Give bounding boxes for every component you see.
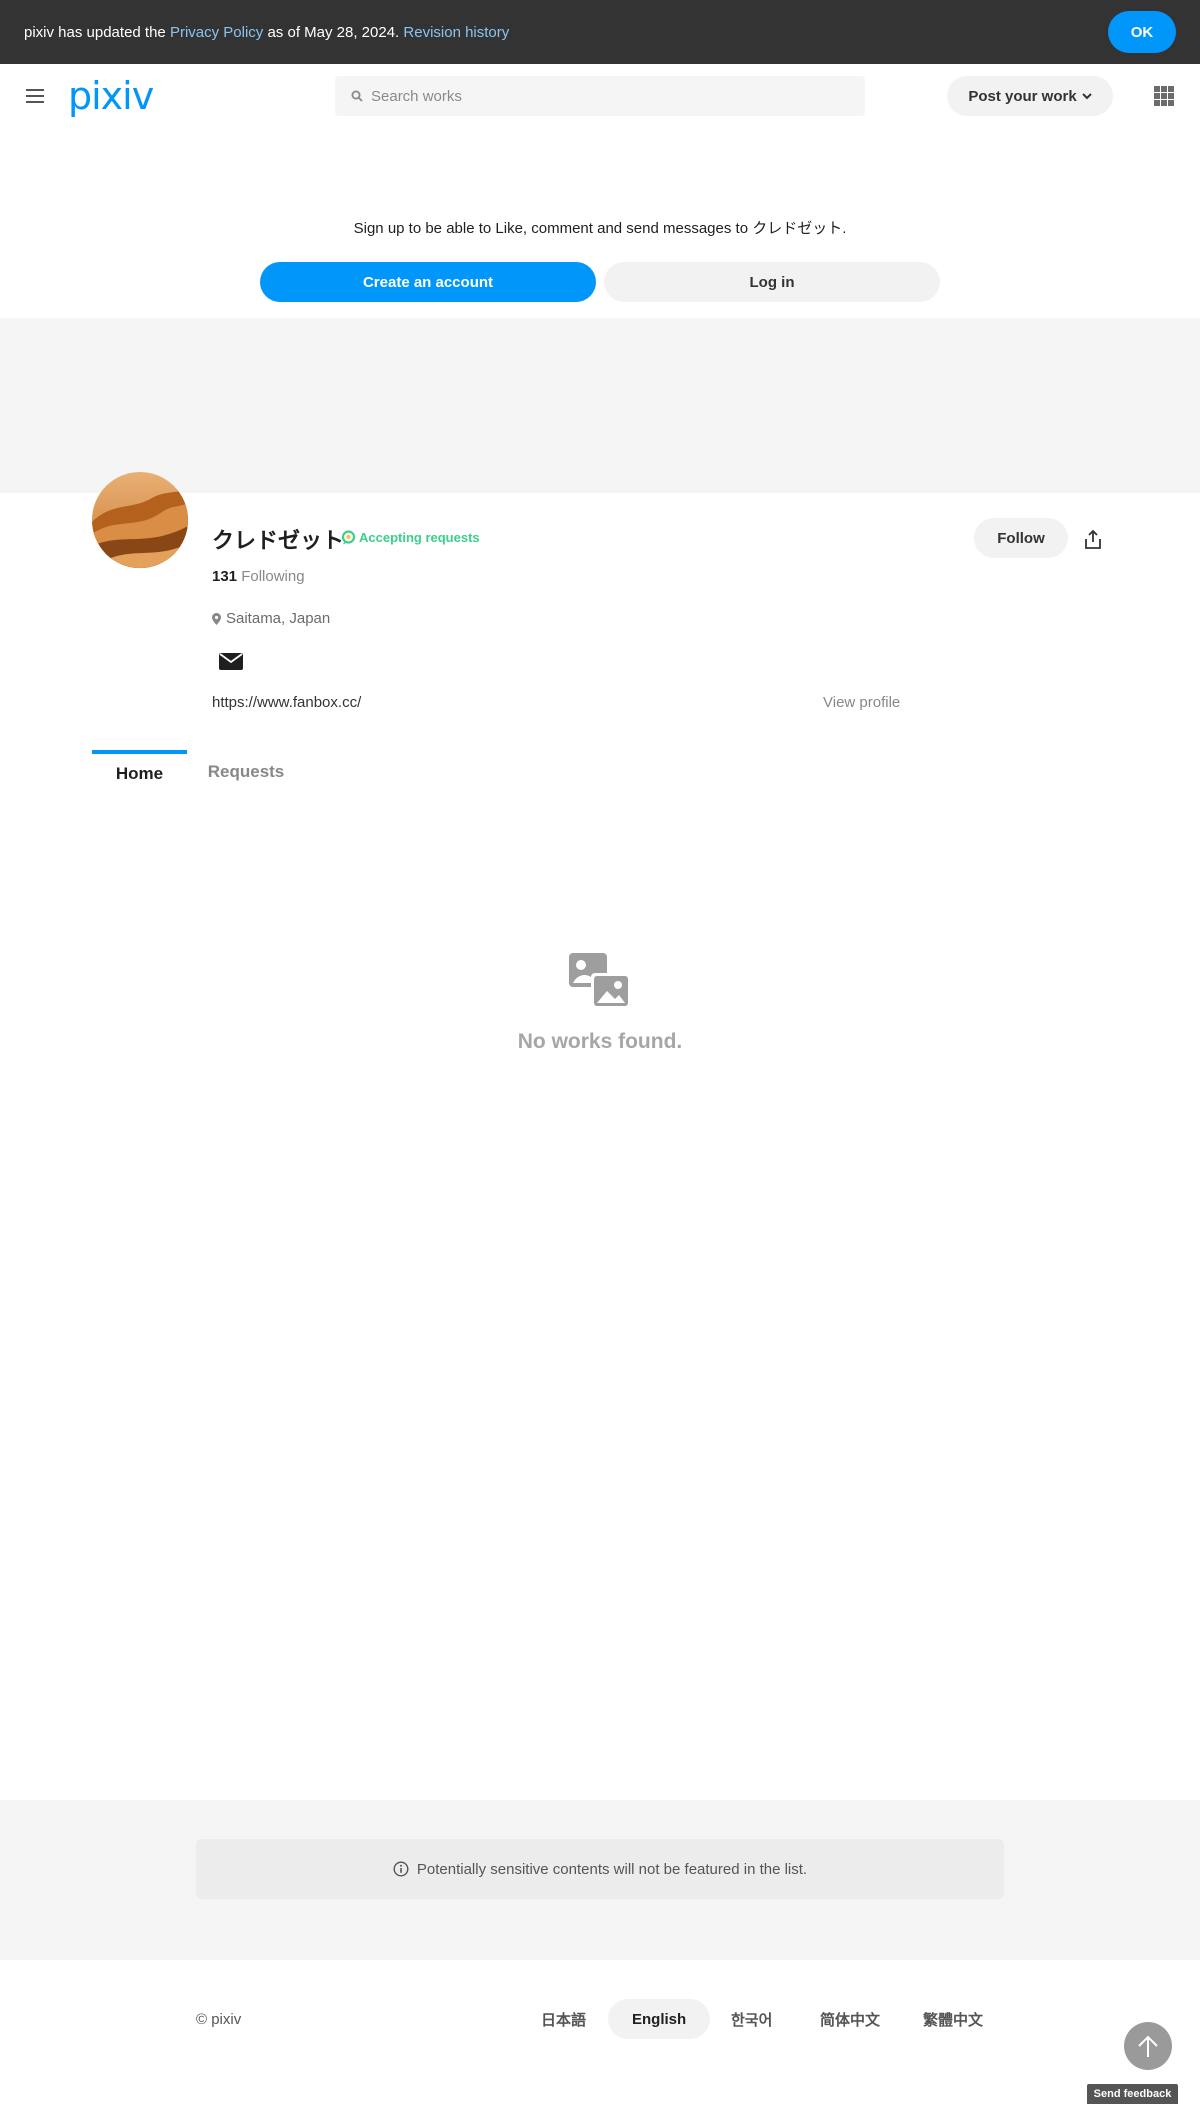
scroll-to-top-button[interactable] xyxy=(1124,2022,1172,2070)
location: Saitama, Japan xyxy=(212,610,330,627)
revision-history-link[interactable]: Revision history xyxy=(403,24,509,41)
following-label: Following xyxy=(241,568,305,585)
lang-simplified-chinese[interactable]: 简体中文 xyxy=(796,1999,904,2039)
site-header: pixiv Post your work xyxy=(0,64,1200,128)
search-icon xyxy=(351,90,363,102)
sensitive-notice: Potentially sensitive contents will not … xyxy=(196,1839,1004,1899)
lang-japanese[interactable]: 日本語 xyxy=(517,1999,610,2039)
share-icon[interactable] xyxy=(1082,528,1104,555)
tab-requests[interactable]: Requests xyxy=(200,750,292,794)
accepting-requests-label: Accepting requests xyxy=(359,530,480,545)
no-works-message: No works found. xyxy=(517,1030,683,1053)
follow-button[interactable]: Follow xyxy=(974,518,1068,558)
mail-icon[interactable] xyxy=(218,651,244,676)
pixiv-logo[interactable]: pixiv xyxy=(68,74,154,118)
search-input[interactable] xyxy=(371,87,851,105)
lang-english[interactable]: English xyxy=(608,1999,711,2039)
arrow-up-icon xyxy=(1138,2035,1158,2057)
menu-icon[interactable] xyxy=(26,89,44,103)
lang-korean[interactable]: 한국어 xyxy=(707,1999,796,2039)
request-bubble-icon xyxy=(341,530,356,545)
post-work-button[interactable]: Post your work xyxy=(947,76,1113,116)
view-profile-link[interactable]: View profile xyxy=(823,694,900,711)
privacy-policy-link[interactable]: Privacy Policy xyxy=(170,24,263,41)
banner-ok-button[interactable]: OK xyxy=(1108,11,1176,53)
profile-url-link[interactable]: https://www.fanbox.cc/ xyxy=(212,694,361,711)
banner-prefix: pixiv has updated the xyxy=(24,23,170,41)
no-works-image-icon xyxy=(569,953,631,1014)
avatar[interactable] xyxy=(92,472,188,568)
apps-grid-icon[interactable] xyxy=(1154,86,1174,106)
location-text: Saitama, Japan xyxy=(226,610,331,627)
following-number: 131 xyxy=(212,568,238,585)
lang-traditional-chinese[interactable]: 繁體中文 xyxy=(899,1999,1007,2039)
post-work-label: Post your work xyxy=(968,87,1077,105)
login-button[interactable]: Log in xyxy=(604,262,940,302)
info-icon xyxy=(393,1861,409,1877)
create-account-button[interactable]: Create an account xyxy=(260,262,596,302)
banner-middle: as of May 28, 2024. xyxy=(263,23,404,41)
privacy-banner: pixiv has updated the Privacy Policy as … xyxy=(0,0,1200,64)
search-bar[interactable] xyxy=(335,76,865,116)
sensitive-notice-section: Potentially sensitive contents will not … xyxy=(0,1800,1200,1960)
profile-cover xyxy=(0,318,1200,493)
sensitive-notice-text: Potentially sensitive contents will not … xyxy=(416,1860,808,1878)
location-pin-icon xyxy=(212,612,221,625)
send-feedback-button[interactable]: Send feedback xyxy=(1087,2084,1178,2104)
chevron-down-icon xyxy=(1081,93,1092,100)
tab-home[interactable]: Home xyxy=(92,750,187,794)
accepting-requests-badge[interactable]: Accepting requests xyxy=(341,530,480,545)
signup-message: Sign up to be able to Like, comment and … xyxy=(353,220,847,237)
copyright: © pixiv xyxy=(196,2011,242,2028)
following-count[interactable]: 131 Following xyxy=(212,568,305,585)
profile-name: クレドゼット xyxy=(212,529,345,554)
